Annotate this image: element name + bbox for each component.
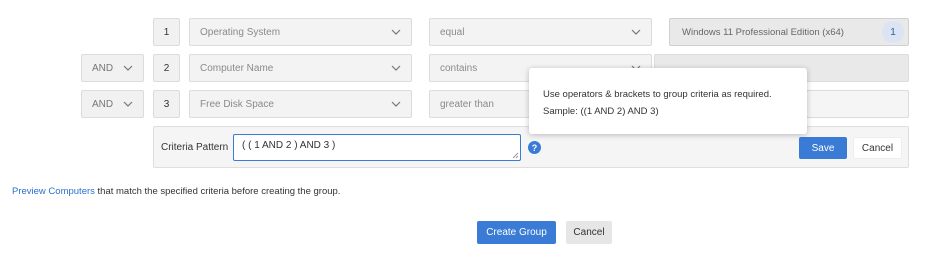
criteria-pattern-label: Criteria Pattern [161,142,229,153]
row-2-field-label: Computer Name [200,62,274,74]
criteria-pattern-value: ( ( 1 AND 2 ) AND 3 ) [242,140,336,151]
save-button[interactable]: Save [799,137,847,159]
chevron-down-icon [391,29,401,35]
row-1-operator-select[interactable]: equal [429,18,652,46]
footer-cancel-button[interactable]: Cancel [566,221,612,244]
row-3-field-select[interactable]: Free Disk Space [189,90,412,118]
resize-handle-icon[interactable] [511,151,519,159]
row-1-number: 1 [153,18,180,46]
row-3-field-label: Free Disk Space [200,98,274,110]
preview-text: Preview Computers that match the specifi… [12,186,340,197]
row-3-join-select[interactable]: AND [81,90,144,118]
row-1-value-field[interactable]: Windows 11 Professional Edition (x64) 1 [669,18,909,46]
row-1-value-text: Windows 11 Professional Edition (x64) [682,26,844,38]
row-2-number: 2 [153,54,180,82]
row-2-join-select[interactable]: AND [81,54,144,82]
row-1-field-label: Operating System [200,26,281,38]
row-1-field-select[interactable]: Operating System [189,18,412,46]
criteria-pattern-input[interactable]: ( ( 1 AND 2 ) AND 3 ) [233,134,521,161]
chevron-down-icon [391,101,401,107]
row-2-join-label: AND [92,62,114,74]
chevron-down-icon [631,29,641,35]
row-3-operator-label: greater than [440,98,494,110]
row-3-join-label: AND [92,98,114,110]
row-2-field-select[interactable]: Computer Name [189,54,412,82]
help-icon[interactable]: ? [528,141,541,154]
row-3-number: 3 [153,90,180,118]
tooltip-line-2: Sample: ((1 AND 2) AND 3) [543,106,659,117]
chevron-down-icon [123,65,133,71]
create-group-button[interactable]: Create Group [477,221,556,244]
preview-computers-link[interactable]: Preview Computers [12,186,95,197]
row-2-operator-label: contains [440,62,478,74]
row-1-operator-label: equal [440,26,465,38]
criteria-cancel-button[interactable]: Cancel [853,137,902,159]
criteria-help-tooltip: Use operators & brackets to group criter… [529,68,807,134]
tooltip-line-1: Use operators & brackets to group criter… [543,89,772,100]
chevron-down-icon [391,65,401,71]
value-count-badge[interactable]: 1 [882,21,904,43]
chevron-down-icon [123,101,133,107]
preview-description: that match the specified criteria before… [94,186,341,197]
